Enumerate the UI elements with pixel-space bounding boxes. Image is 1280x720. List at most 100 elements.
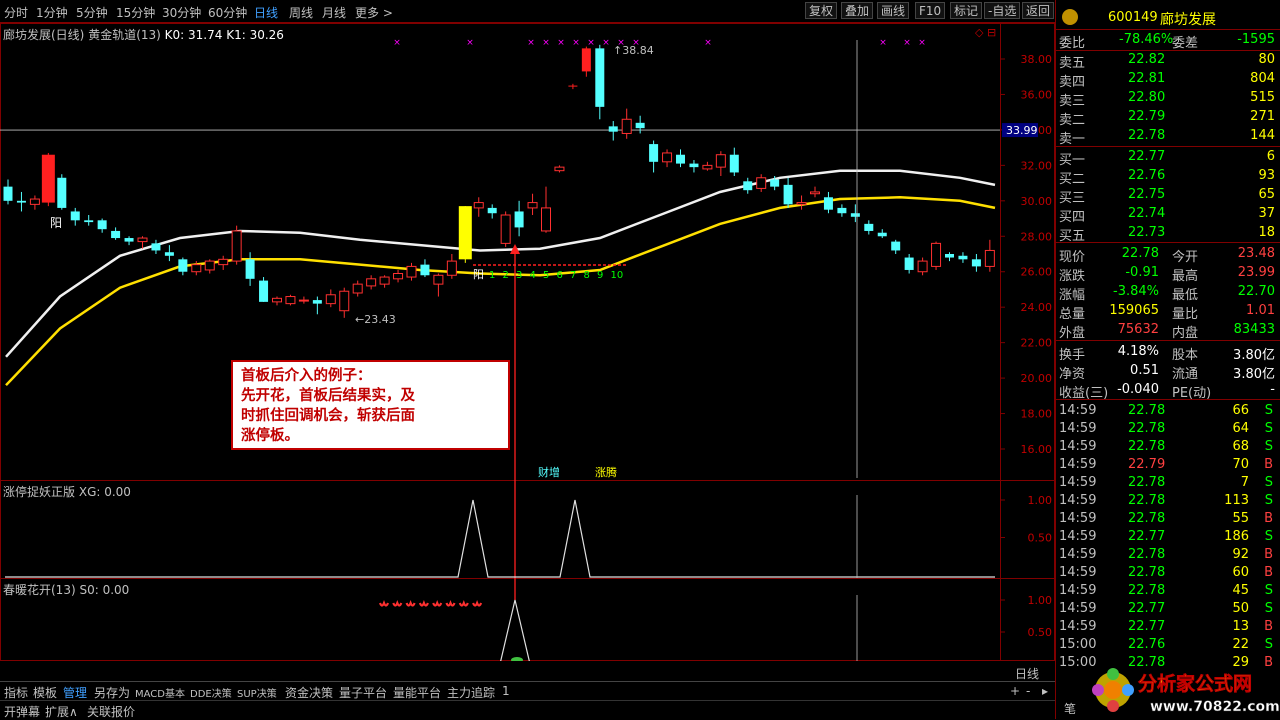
tf-5min[interactable]: 5分钟 bbox=[76, 4, 108, 21]
tf-15min[interactable]: 15分钟 bbox=[116, 4, 155, 21]
candle bbox=[635, 115, 645, 134]
tab-page[interactable]: 1 bbox=[502, 684, 510, 698]
stat-label: 涨幅 bbox=[1059, 288, 1086, 303]
stat-value: 23.99 bbox=[1237, 265, 1275, 280]
tick-row: 14:59 22.78 7 S bbox=[1056, 474, 1280, 493]
count-label: 8 bbox=[584, 270, 590, 281]
tick-time: 14:59 bbox=[1059, 601, 1097, 616]
tick-price: 22.78 bbox=[1128, 547, 1166, 562]
zixuan-button[interactable]: -自选 bbox=[984, 2, 1021, 19]
buy-level-label: 买三 bbox=[1059, 191, 1086, 206]
tick-price: 22.78 bbox=[1128, 403, 1166, 418]
fin-row: 收益(三) -0.040 PE(动) - bbox=[1056, 381, 1280, 401]
tf-weekly[interactable]: 周线 bbox=[289, 4, 313, 21]
price-tick-label: 18.00 bbox=[1021, 408, 1053, 421]
tick-side: S bbox=[1264, 493, 1273, 508]
buy-price: 22.75 bbox=[1128, 187, 1166, 202]
biaoji-button[interactable]: 标记 bbox=[950, 2, 983, 19]
fin-value: 3.80亿 bbox=[1233, 367, 1275, 382]
candle bbox=[57, 174, 67, 210]
stat-label: 量比 bbox=[1172, 307, 1199, 322]
tick-time: 14:59 bbox=[1059, 457, 1097, 472]
tick-price: 22.77 bbox=[1128, 601, 1166, 616]
flower-mark-icon bbox=[458, 600, 469, 607]
tick-time: 14:59 bbox=[1059, 547, 1097, 562]
tf-more[interactable]: 更多 > bbox=[355, 4, 393, 21]
stat-label: 外盘 bbox=[1059, 326, 1086, 341]
lower-track-line bbox=[5, 196, 996, 387]
k0-value: K0: 31.74 bbox=[164, 28, 223, 42]
sell-level-label: 卖四 bbox=[1059, 75, 1086, 90]
stock-code: 600149 bbox=[1108, 10, 1158, 25]
signal-marker: × bbox=[466, 38, 474, 48]
count-label: 1 bbox=[489, 270, 495, 281]
flower-icon bbox=[1092, 668, 1134, 712]
candle bbox=[891, 239, 901, 254]
tab-liangzi[interactable]: 量子平台 bbox=[339, 684, 387, 701]
sub2-name: 春暖花开(13) bbox=[3, 583, 76, 597]
candle bbox=[877, 229, 887, 239]
buy-level-label: 买一 bbox=[1059, 153, 1086, 168]
candle bbox=[514, 200, 524, 237]
count-label: 6 bbox=[557, 270, 563, 281]
candle bbox=[810, 186, 820, 198]
tf-daily[interactable]: 日线 bbox=[254, 4, 278, 21]
candle bbox=[850, 204, 860, 223]
fuquan-button[interactable]: 复权 bbox=[805, 2, 838, 19]
tf-fenshi[interactable]: 分时 bbox=[4, 4, 28, 21]
tab-sup[interactable]: SUP决策 bbox=[237, 685, 277, 700]
tab-zijin[interactable]: 资金决策 bbox=[285, 684, 333, 701]
tick-side: S bbox=[1264, 439, 1273, 454]
tick-price: 22.77 bbox=[1128, 619, 1166, 634]
candle bbox=[29, 195, 40, 210]
tick-side: S bbox=[1264, 601, 1273, 616]
tf-1min[interactable]: 1分钟 bbox=[36, 4, 68, 21]
fanhui-button[interactable]: 返回 bbox=[1022, 2, 1055, 19]
related-quote-button[interactable]: 关联报价 bbox=[87, 703, 135, 720]
danmu-button[interactable]: 开弹幕 bbox=[4, 703, 40, 720]
tick-row: 14:59 22.77 13 B bbox=[1056, 618, 1280, 637]
kline-chart[interactable]: 38.0036.0034.0032.0030.0028.0026.0024.00… bbox=[0, 23, 1055, 661]
tab-dde[interactable]: DDE决策 bbox=[190, 685, 232, 700]
tick-time: 14:59 bbox=[1059, 619, 1097, 634]
diejia-button[interactable]: 叠加 bbox=[841, 2, 874, 19]
candle bbox=[971, 254, 981, 272]
f10-button[interactable]: F10 bbox=[915, 2, 946, 19]
tab-lingcunwei[interactable]: 另存为 bbox=[94, 684, 130, 701]
tab-moban[interactable]: 模板 bbox=[33, 684, 57, 701]
tick-side: B bbox=[1264, 457, 1273, 472]
candle bbox=[958, 252, 968, 263]
tf-monthly[interactable]: 月线 bbox=[322, 4, 346, 21]
flower-mark-icon bbox=[405, 600, 416, 607]
candle bbox=[84, 215, 94, 226]
candle bbox=[500, 211, 511, 247]
chart-corner-icons[interactable]: ◇ ⊟ bbox=[975, 26, 996, 39]
stat-label: 最低 bbox=[1172, 288, 1199, 303]
tab-zhuli[interactable]: 主力追踪 bbox=[447, 684, 495, 701]
signal-marker: × bbox=[527, 38, 535, 48]
candle bbox=[715, 151, 726, 176]
tab-zhibiao[interactable]: 指标 bbox=[4, 684, 28, 701]
tab-macd[interactable]: MACD基本 bbox=[135, 685, 185, 700]
buy-volume: 18 bbox=[1258, 225, 1275, 240]
tf-60min[interactable]: 60分钟 bbox=[208, 4, 247, 21]
sell-row: 卖四 22.81 804 bbox=[1056, 70, 1280, 90]
fin-value: 3.80亿 bbox=[1233, 348, 1275, 363]
tick-time: 14:59 bbox=[1059, 529, 1097, 544]
zoom-in-button[interactable]: + bbox=[1010, 684, 1020, 698]
tick-side: S bbox=[1264, 583, 1273, 598]
tick-volume: 66 bbox=[1232, 403, 1249, 418]
weibi-label: 委比 bbox=[1059, 36, 1086, 51]
weibi-row: 委比 -78.46% 委差 -1595 bbox=[1056, 31, 1280, 51]
tab-guanli[interactable]: 管理 bbox=[63, 684, 87, 701]
expand-button[interactable]: 扩展∧ bbox=[45, 703, 78, 720]
tab-liangneng[interactable]: 量能平台 bbox=[393, 684, 441, 701]
huaxian-button[interactable]: 画线 bbox=[877, 2, 910, 19]
scroll-right-button[interactable]: ▸ bbox=[1042, 684, 1048, 698]
count-label: 4 bbox=[530, 270, 536, 281]
candle bbox=[931, 241, 942, 270]
tf-30min[interactable]: 30分钟 bbox=[162, 4, 201, 21]
tick-row: 14:59 22.78 113 S bbox=[1056, 492, 1280, 511]
zoom-out-button[interactable]: - bbox=[1026, 684, 1030, 698]
count-label: 10 bbox=[611, 270, 624, 281]
